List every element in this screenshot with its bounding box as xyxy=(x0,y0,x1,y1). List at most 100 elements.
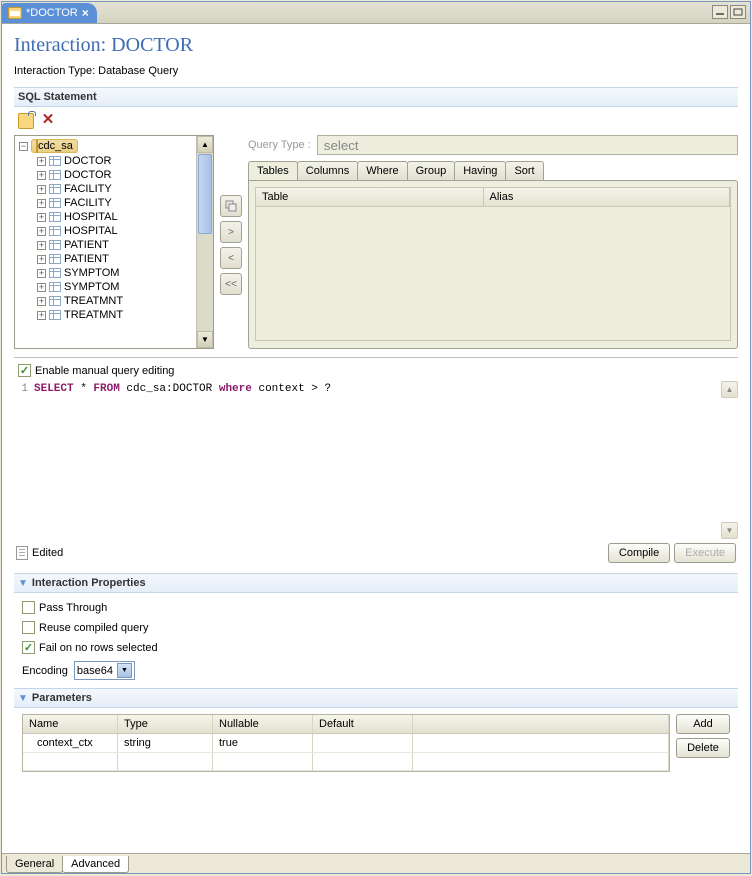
encoding-select[interactable]: base64 ▼ xyxy=(74,661,135,680)
table-icon xyxy=(49,240,61,250)
minimize-button[interactable] xyxy=(712,5,728,19)
reuse-compiled-label: Reuse compiled query xyxy=(39,622,148,634)
tree-scrollbar[interactable]: ▲ ▼ xyxy=(196,136,213,348)
tree-item[interactable]: +HOSPITAL xyxy=(17,210,194,224)
expand-icon[interactable]: + xyxy=(37,213,46,222)
document-tab-bar: *DOCTOR × xyxy=(2,2,750,24)
table-icon xyxy=(49,282,61,292)
delete-button[interactable]: Delete xyxy=(676,738,730,758)
add-right-button[interactable]: > xyxy=(220,221,242,243)
tab-general[interactable]: General xyxy=(6,856,63,873)
interaction-properties-header[interactable]: ▼ Interaction Properties xyxy=(14,573,738,593)
interaction-type-label: Interaction Type: Database Query xyxy=(14,65,738,77)
tree-item[interactable]: +SYMPTOM xyxy=(17,280,194,294)
parameters-header[interactable]: ▼ Parameters xyxy=(14,688,738,708)
delete-icon[interactable]: ✕ xyxy=(40,113,56,129)
tree-item[interactable]: +TREATMNT xyxy=(17,294,194,308)
scroll-down-icon[interactable]: ▼ xyxy=(721,522,738,539)
chevron-down-icon[interactable]: ▼ xyxy=(117,663,132,678)
copy-button[interactable] xyxy=(220,195,242,217)
tree-item[interactable]: +FACILITY xyxy=(17,182,194,196)
table-icon xyxy=(49,212,61,222)
tab-tables[interactable]: Tables xyxy=(248,161,298,180)
fail-no-rows-label: Fail on no rows selected xyxy=(39,642,158,654)
page-icon xyxy=(16,546,28,560)
pass-through-checkbox[interactable] xyxy=(22,601,35,614)
col-type[interactable]: Type xyxy=(118,715,213,733)
tree-item[interactable]: +TREATMNT xyxy=(17,308,194,322)
tree-item[interactable]: +HOSPITAL xyxy=(17,224,194,238)
maximize-button[interactable] xyxy=(730,5,746,19)
tab-columns[interactable]: Columns xyxy=(297,161,358,180)
tab-group[interactable]: Group xyxy=(407,161,456,180)
parameters-table[interactable]: Name Type Nullable Default context_ctx s… xyxy=(22,714,670,772)
scroll-down-icon[interactable]: ▼ xyxy=(197,331,213,348)
tab-title: *DOCTOR xyxy=(26,7,78,19)
tables-tab-panel: Table Alias xyxy=(248,180,738,349)
table-icon xyxy=(49,268,61,278)
tree-item[interactable]: +SYMPTOM xyxy=(17,266,194,280)
scroll-up-icon[interactable]: ▲ xyxy=(721,381,738,398)
table-row[interactable]: context_ctx string true xyxy=(23,734,669,753)
reuse-compiled-checkbox[interactable] xyxy=(22,621,35,634)
expand-icon[interactable]: + xyxy=(37,185,46,194)
fail-no-rows-checkbox[interactable] xyxy=(22,641,35,654)
document-tab[interactable]: *DOCTOR × xyxy=(2,3,97,23)
expand-icon[interactable]: + xyxy=(37,241,46,250)
expand-icon[interactable]: + xyxy=(37,269,46,278)
compile-button[interactable]: Compile xyxy=(608,543,670,563)
tree-item[interactable]: +DOCTOR xyxy=(17,154,194,168)
chevron-down-icon: ▼ xyxy=(18,578,28,589)
add-button[interactable]: Add xyxy=(676,714,730,734)
tab-where[interactable]: Where xyxy=(357,161,407,180)
expand-icon[interactable]: + xyxy=(37,227,46,236)
open-icon[interactable] xyxy=(18,113,34,129)
execute-button[interactable]: Execute xyxy=(674,543,736,563)
enable-manual-query-checkbox[interactable] xyxy=(18,364,31,377)
page-title: Interaction: DOCTOR xyxy=(14,34,738,57)
expand-icon[interactable]: + xyxy=(37,283,46,292)
table-icon xyxy=(49,310,61,320)
expand-icon[interactable]: + xyxy=(37,297,46,306)
col-name[interactable]: Name xyxy=(23,715,118,733)
expand-icon[interactable]: + xyxy=(37,199,46,208)
tree-item[interactable]: +DOCTOR xyxy=(17,168,194,182)
tree-item[interactable]: +PATIENT xyxy=(17,252,194,266)
pass-through-label: Pass Through xyxy=(39,602,107,614)
expand-icon[interactable]: + xyxy=(37,171,46,180)
sql-editor[interactable]: 1 SELECT * FROM cdc_sa:DOCTOR where cont… xyxy=(14,381,738,539)
tree-item[interactable]: +PATIENT xyxy=(17,238,194,252)
table-icon xyxy=(49,226,61,236)
editor-scrollbar[interactable]: ▲ ▼ xyxy=(721,381,738,539)
scroll-up-icon[interactable]: ▲ xyxy=(197,136,213,153)
collapse-icon[interactable]: − xyxy=(19,142,28,151)
sql-section-header: SQL Statement xyxy=(14,87,738,107)
col-alias[interactable]: Alias xyxy=(484,188,730,206)
remove-left-button[interactable]: < xyxy=(220,247,242,269)
tab-advanced[interactable]: Advanced xyxy=(62,856,129,873)
close-icon[interactable]: × xyxy=(82,6,89,20)
table-icon xyxy=(49,156,61,166)
table-icon xyxy=(49,170,61,180)
table-row[interactable] xyxy=(23,753,669,771)
enable-manual-query-label: Enable manual query editing xyxy=(35,365,174,377)
editor-status-label: Edited xyxy=(32,547,63,559)
expand-icon[interactable]: + xyxy=(37,311,46,320)
encoding-label: Encoding xyxy=(22,665,68,677)
remove-all-button[interactable]: << xyxy=(220,273,242,295)
col-nullable[interactable]: Nullable xyxy=(213,715,313,733)
col-table[interactable]: Table xyxy=(256,188,484,206)
tree-item[interactable]: +FACILITY xyxy=(17,196,194,210)
query-type-label: Query Type : xyxy=(248,139,311,151)
table-icon xyxy=(49,296,61,306)
expand-icon[interactable]: + xyxy=(37,255,46,264)
col-extra[interactable] xyxy=(413,715,669,733)
expand-icon[interactable]: + xyxy=(37,157,46,166)
table-icon xyxy=(49,254,61,264)
tab-having[interactable]: Having xyxy=(454,161,506,180)
scroll-thumb[interactable] xyxy=(198,154,212,234)
tree-root-node[interactable]: cdc_sa xyxy=(31,139,78,153)
query-type-input[interactable] xyxy=(317,135,738,155)
col-default[interactable]: Default xyxy=(313,715,413,733)
tab-sort[interactable]: Sort xyxy=(505,161,543,180)
